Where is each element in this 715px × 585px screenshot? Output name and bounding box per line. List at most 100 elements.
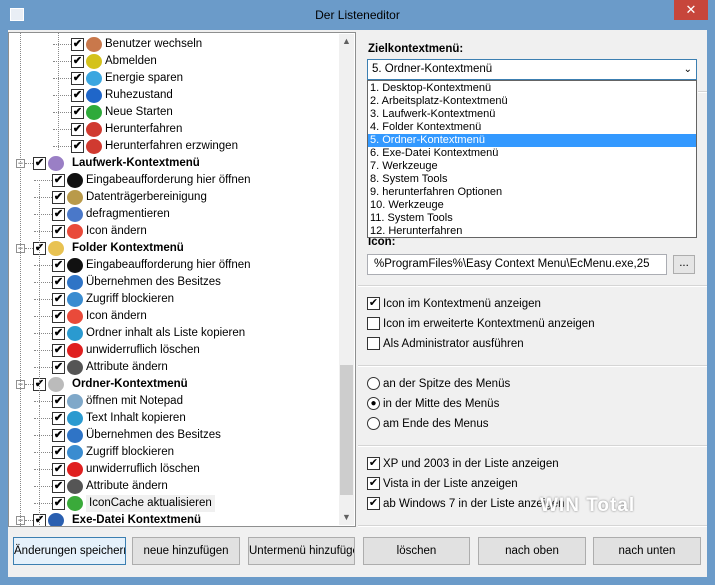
tree-connector [53,61,71,62]
window-title: Der Listeneditor [315,8,400,22]
radio-button[interactable] [367,377,380,390]
tree-node-menu[interactable]: − ✔ Exe-Datei Kontextmenü [9,512,339,526]
shield-icon [67,428,83,443]
item-checkbox[interactable]: ✔ [52,463,65,476]
tree-item[interactable]: ✔ Icon ändern [9,223,339,240]
move-up-button[interactable]: nach oben [478,537,586,565]
item-checkbox[interactable]: ✔ [71,72,84,85]
item-checkbox[interactable]: ✔ [52,344,65,357]
tree-node-menu[interactable]: − ✔ Folder Kontextmenü [9,240,339,257]
checkbox[interactable] [367,317,380,330]
checkbox[interactable] [367,337,380,350]
item-checkbox[interactable]: ✔ [52,259,65,272]
item-checkbox[interactable]: ✔ [71,106,84,119]
tree-item[interactable]: ✔ Ordner inhalt als Liste kopieren [9,325,339,342]
dropdown-option[interactable]: 8. System Tools [368,173,696,186]
tree-item[interactable]: ✔ unwiderruflich löschen [9,342,339,359]
attributes-icon [67,479,83,494]
dropdown-option[interactable]: 6. Exe-Datei Kontextmenü [368,147,696,160]
move-down-button[interactable]: nach unten [593,537,701,565]
tree-item[interactable]: ✔ unwiderruflich löschen [9,461,339,478]
tree-item[interactable]: ✔ Text Inhalt kopieren [9,410,339,427]
item-checkbox[interactable]: ✔ [71,89,84,102]
item-checkbox[interactable]: ✔ [52,446,65,459]
tree-connector [34,214,52,215]
item-checkbox[interactable]: ✔ [71,38,84,51]
dropdown-option[interactable]: 9. herunterfahren Optionen [368,186,696,199]
radio-button[interactable]: ● [367,397,380,410]
item-checkbox[interactable]: ✔ [52,208,65,221]
item-checkbox[interactable]: ✔ [71,123,84,136]
checkbox[interactable]: ✔ [367,477,380,490]
item-checkbox[interactable]: ✔ [52,191,65,204]
dropdown-option[interactable]: 7. Werkzeuge [368,160,696,173]
close-button[interactable]: ✕ [674,0,708,20]
tree-item[interactable]: ✔ Icon ändern [9,308,339,325]
tree-guide-line [39,269,40,403]
tree-item[interactable]: ✔ öffnen mit Notepad [9,393,339,410]
delete-button[interactable]: löschen [363,537,470,565]
tree-item[interactable]: ✔ Übernehmen des Besitzes [9,274,339,291]
icon-path-input[interactable]: %ProgramFiles%\Easy Context Menu\EcMenu.… [367,254,667,275]
tree-connector [34,180,52,181]
save-changes-button[interactable]: Änderungen speichern [13,537,126,565]
dropdown-option[interactable]: 11. System Tools [368,212,696,225]
dropdown-option[interactable]: 2. Arbeitsplatz-Kontextmenü [368,95,696,108]
checkbox[interactable]: ✔ [367,297,380,310]
tree-item[interactable]: ✔ defragmentieren [9,206,339,223]
item-checkbox[interactable]: ✔ [52,429,65,442]
tree-item[interactable]: ✔ Attribute ändern [9,478,339,495]
tree-item[interactable]: ✔ Eingabeaufforderung hier öffnen [9,172,339,189]
item-checkbox[interactable]: ✔ [71,55,84,68]
target-menu-dropdown[interactable]: 1. Desktop-Kontextmenü 2. Arbeitsplatz-Ko… [367,80,697,238]
tree-connector [53,44,71,45]
item-checkbox[interactable]: ✔ [52,310,65,323]
target-menu-select[interactable]: 5. Ordner-Kontextmenü ⌄ [367,59,697,80]
scroll-up-icon[interactable]: ▲ [339,36,354,46]
dropdown-option[interactable]: 5. Ordner-Kontextmenü [368,134,696,147]
item-checkbox[interactable]: ✔ [71,140,84,153]
tree-item[interactable]: ✔ Eingabeaufforderung hier öffnen [9,257,339,274]
item-checkbox[interactable]: ✔ [52,361,65,374]
tree-node-menu[interactable]: − ✔ Ordner-Kontextmenü [9,376,339,393]
dropdown-option[interactable]: 3. Laufwerk-Kontextmenü [368,108,696,121]
dropdown-option[interactable]: 4. Folder Kontextmenü [368,121,696,134]
add-new-button[interactable]: neue hinzufügen [132,537,240,565]
item-checkbox[interactable]: ✔ [52,480,65,493]
scroll-thumb[interactable] [340,365,353,495]
tree-item[interactable]: ✔ Zugriff blockieren [9,291,339,308]
radio-button[interactable] [367,417,380,430]
item-checkbox[interactable]: ✔ [52,293,65,306]
dropdown-option[interactable]: 12. Herunterfahren [368,225,696,238]
power-yellow-icon [86,54,102,69]
tree-item[interactable]: ✔ Attribute ändern [9,359,339,376]
item-checkbox[interactable]: ✔ [52,395,65,408]
tree-item[interactable]: ✔ Datenträgerbereinigung [9,189,339,206]
dropdown-option[interactable]: 1. Desktop-Kontextmenü [368,82,696,95]
change-icon-icon [67,224,83,239]
item-checkbox[interactable]: ✔ [33,157,46,170]
menu-tree[interactable]: ▲ ▼ ✔ Benutzer wechseln ✔ Abmelden ✔ Energie … [8,32,356,527]
tree-guide-line [58,33,59,150]
checkbox[interactable]: ✔ [367,497,380,510]
checkbox[interactable]: ✔ [367,457,380,470]
tree-item[interactable]: ✔ IconCache aktualisieren [9,495,339,512]
cmd-icon [67,173,83,188]
item-checkbox[interactable]: ✔ [52,412,65,425]
item-checkbox[interactable]: ✔ [52,225,65,238]
tree-item[interactable]: ✔ Zugriff blockieren [9,444,339,461]
item-checkbox[interactable]: ✔ [52,327,65,340]
tree-scrollbar[interactable]: ▲ ▼ [339,34,354,525]
tree-connector [34,486,52,487]
tree-node-menu[interactable]: − ✔ Laufwerk-Kontextmenü [9,155,339,172]
item-checkbox[interactable]: ✔ [52,174,65,187]
item-checkbox[interactable]: ✔ [52,497,65,510]
sleep-icon [86,71,102,86]
add-submenu-button[interactable]: Untermenü hinzufügen [248,537,355,565]
scroll-down-icon[interactable]: ▼ [339,512,354,522]
browse-button[interactable]: ... [673,255,695,274]
tree-connector [34,401,52,402]
dropdown-option[interactable]: 10. Werkzeuge [368,199,696,212]
tree-item[interactable]: ✔ Übernehmen des Besitzes [9,427,339,444]
item-checkbox[interactable]: ✔ [52,276,65,289]
